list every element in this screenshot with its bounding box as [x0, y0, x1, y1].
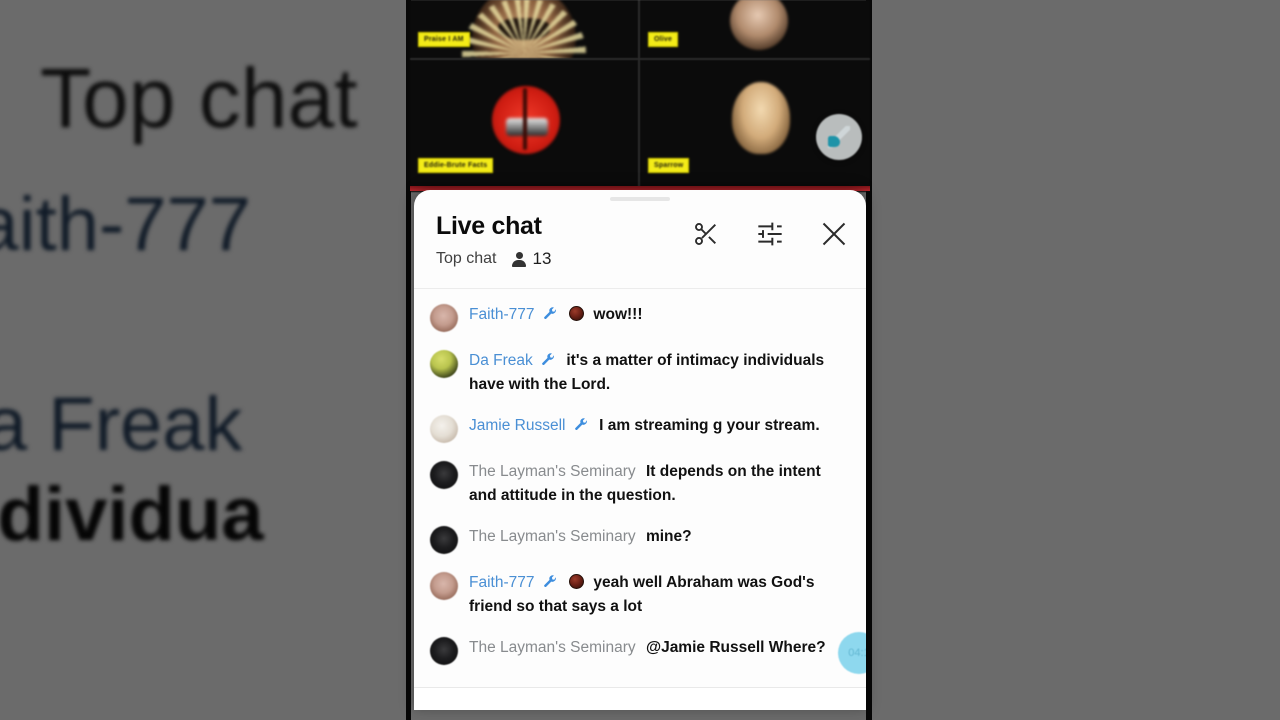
grid-divider-horizontal [410, 58, 870, 60]
chat-message: Da Freak it's a matter of intimacy indiv… [430, 348, 850, 397]
chat-message: Jamie Russell I am streaming g your stre… [430, 413, 850, 444]
chat-header-actions [692, 220, 848, 248]
chat-header: Live chat Top chat 13 [414, 190, 866, 269]
header-divider [414, 288, 866, 289]
message-author[interactable]: Da Freak [469, 352, 533, 369]
message-text: I am streaming g your stream. [599, 417, 820, 435]
chat-message: The Layman's Seminary mine? [430, 524, 850, 555]
grid-divider-vertical [638, 0, 640, 192]
scissors-icon[interactable] [692, 220, 720, 248]
video-tile-top-left[interactable] [410, 0, 638, 58]
background-row-text: individua [0, 471, 264, 557]
avatar[interactable] [430, 304, 458, 332]
emoji-badge-icon [569, 574, 585, 590]
wrench-icon [543, 307, 556, 319]
wrench-icon [542, 353, 554, 365]
video-tile-top-right[interactable] [640, 0, 870, 58]
background-row-name: Da Freak [0, 382, 243, 467]
brush-icon-button[interactable] [816, 114, 862, 160]
wrench-icon [574, 418, 587, 430]
chat-message-list[interactable]: Faith-777 wow!!! Da Freak it's a matter … [414, 290, 866, 686]
viewer-count: 13 [532, 249, 552, 268]
close-icon[interactable] [820, 220, 848, 248]
message-text: wow!!! [593, 306, 643, 323]
participant-tag: Sparrow [648, 158, 690, 173]
avatar[interactable] [430, 637, 458, 666]
wrench-icon [543, 575, 556, 587]
message-author[interactable]: The Layman's Seminary [469, 528, 636, 545]
background-subtitle: Top chat [40, 51, 358, 145]
chat-message: The Layman's Seminary It depends on the … [430, 459, 850, 508]
participant-tag: Olive [648, 32, 679, 47]
chat-mode-label[interactable]: Top chat [436, 250, 496, 268]
viewer-count-group: 13 [512, 249, 551, 269]
participant-tag: Eddie-Brute Facts [418, 158, 494, 173]
avatar[interactable] [430, 350, 458, 378]
background-row-name: Faith-777 [0, 182, 252, 267]
avatar[interactable] [430, 572, 458, 601]
brush-icon [828, 126, 850, 148]
message-author[interactable]: The Layman's Seminary [469, 639, 636, 656]
participant-tag: Praise I AM [418, 32, 470, 47]
avatar[interactable] [430, 415, 458, 444]
live-chat-panel: Live chat Top chat 13 Faith-777 wow!!! D… [414, 190, 866, 710]
video-grid[interactable]: Praise I AM Olive Eddie-Brute Facts Spar… [410, 0, 870, 192]
chat-footer [414, 688, 866, 710]
message-author[interactable]: Faith-777 [469, 574, 534, 591]
message-author[interactable]: Faith-777 [469, 306, 534, 323]
chat-message: The Layman's Seminary @Jamie Russell Whe… [430, 635, 850, 666]
chat-message: Faith-777 wow!!! [430, 302, 850, 332]
message-author[interactable]: Jamie Russell [469, 417, 565, 434]
person-icon [512, 251, 527, 267]
sliders-icon[interactable] [756, 220, 784, 248]
message-text: @Jamie Russell Where? [645, 639, 826, 657]
emoji-badge-icon [569, 306, 585, 321]
avatar[interactable] [430, 461, 458, 490]
message-author[interactable]: The Layman's Seminary [469, 463, 636, 480]
message-text: mine? [645, 528, 692, 546]
chat-message: Faith-777 yeah well Abraham was God's fr… [430, 570, 850, 619]
avatar[interactable] [430, 526, 458, 555]
